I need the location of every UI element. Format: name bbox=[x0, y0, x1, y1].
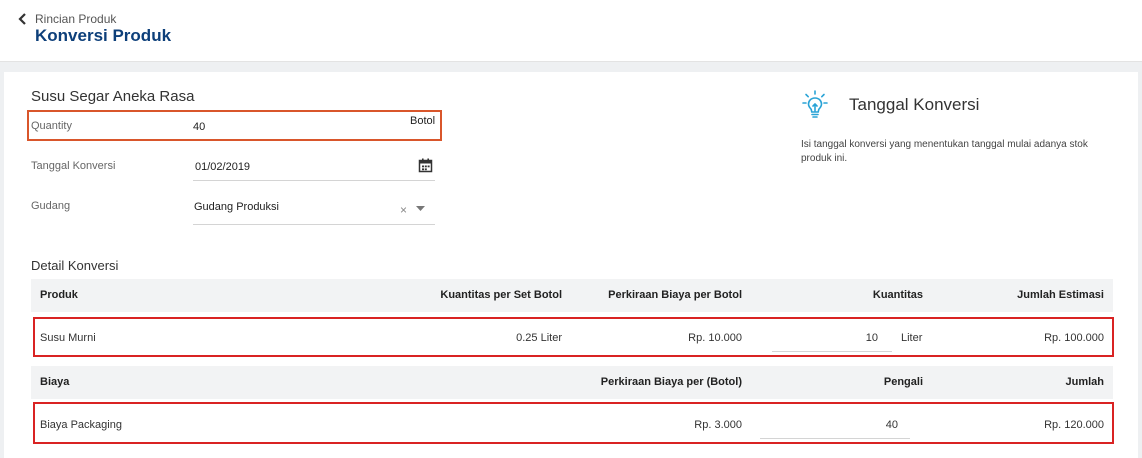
date-label: Tanggal Konversi bbox=[31, 160, 116, 172]
info-title: Tanggal Konversi bbox=[849, 95, 980, 114]
quantity-input-underline bbox=[772, 351, 892, 352]
quantity-label: Quantity bbox=[31, 120, 72, 132]
lightbulb-icon bbox=[802, 90, 828, 118]
cost-row-cost: Rp. 3.000 bbox=[694, 419, 742, 431]
back-link[interactable]: Rincian Produk bbox=[16, 12, 116, 26]
warehouse-select[interactable]: Gudang Produksi bbox=[194, 201, 279, 213]
page-header: Rincian Produk Konversi Produk bbox=[0, 0, 1142, 62]
product-table-header: Produk Kuantitas per Set Botol Perkiraan… bbox=[31, 279, 1113, 312]
header-total: Jumlah bbox=[1065, 376, 1104, 388]
product-row-name: Susu Murni bbox=[40, 332, 96, 344]
product-row-cost: Rp. 10.000 bbox=[688, 332, 742, 344]
cost-row-total: Rp. 120.000 bbox=[1044, 419, 1104, 431]
multiplier-input-underline bbox=[760, 438, 910, 439]
date-input[interactable]: 01/02/2019 bbox=[195, 161, 250, 173]
product-row-estimate: Rp. 100.000 bbox=[1044, 332, 1104, 344]
header-estimate: Jumlah Estimasi bbox=[1017, 289, 1104, 301]
date-underline bbox=[193, 180, 435, 181]
warehouse-underline bbox=[193, 224, 435, 225]
product-name: Susu Segar Aneka Rasa bbox=[31, 88, 195, 105]
warehouse-label: Gudang bbox=[31, 200, 71, 212]
detail-section-title: Detail Konversi bbox=[31, 258, 119, 273]
back-link-label[interactable]: Rincian Produk bbox=[35, 12, 116, 26]
quantity-unit: Botol bbox=[410, 115, 436, 127]
chevron-left-icon[interactable] bbox=[16, 12, 30, 26]
quantity-field-highlight bbox=[27, 110, 442, 141]
header-multiplier: Pengali bbox=[883, 376, 923, 388]
product-row-qty-per-set: 0.25 Liter bbox=[516, 332, 562, 344]
page-title: Konversi Produk bbox=[35, 26, 172, 45]
table-row: Susu Murni 0.25 Liter Rp. 10.000 10 Lite… bbox=[31, 317, 1113, 357]
product-row-quantity-input[interactable]: 10 bbox=[866, 332, 878, 344]
clear-icon[interactable]: × bbox=[400, 203, 407, 217]
calendar-icon[interactable] bbox=[418, 158, 433, 173]
quantity-input[interactable]: 40 bbox=[193, 121, 205, 133]
header-cost-per-unit: Perkiraan Biaya per Botol bbox=[608, 289, 742, 301]
table-row: Biaya Packaging Rp. 3.000 40 Rp. 120.000 bbox=[31, 404, 1113, 444]
header-cost-per-bottle: Perkiraan Biaya per (Botol) bbox=[600, 376, 742, 388]
cost-table-header: Biaya Perkiraan Biaya per (Botol) Pengal… bbox=[31, 366, 1113, 399]
header-qty-per-set: Kuantitas per Set Botol bbox=[440, 289, 562, 301]
caret-down-icon[interactable] bbox=[416, 204, 425, 213]
header-product: Produk bbox=[40, 289, 78, 301]
header-quantity: Kuantitas bbox=[872, 289, 923, 301]
cost-row-name: Biaya Packaging bbox=[40, 419, 122, 431]
info-description: Isi tanggal konversi yang menentukan tan… bbox=[801, 139, 1088, 164]
header-cost: Biaya bbox=[40, 376, 70, 388]
product-row-unit: Liter bbox=[901, 332, 923, 344]
cost-row-multiplier-input[interactable]: 40 bbox=[886, 419, 898, 431]
